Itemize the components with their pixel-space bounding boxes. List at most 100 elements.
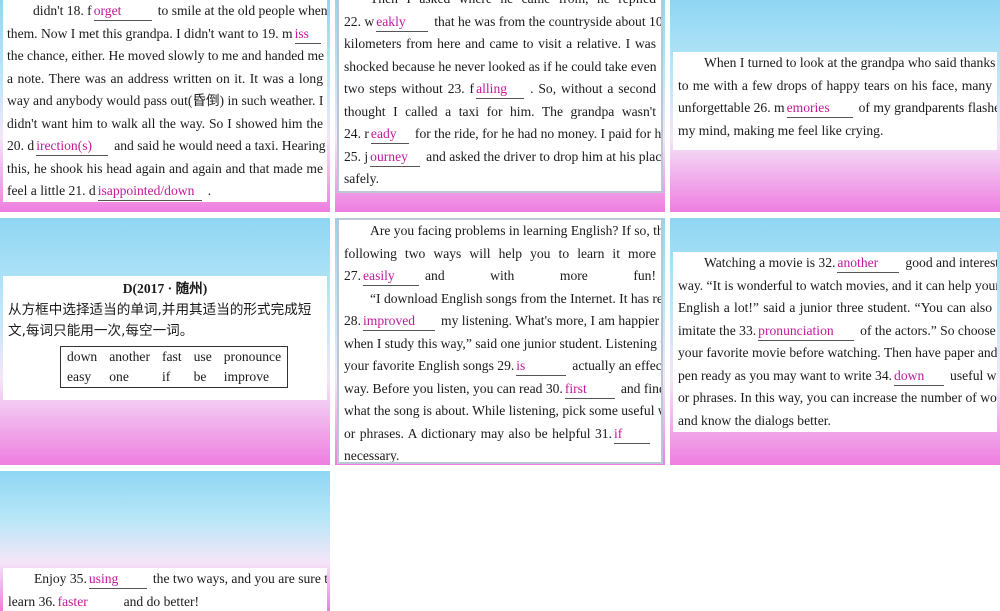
instruction-line-2: 文,每词只能用一次,每空一词。 bbox=[8, 321, 322, 342]
text-line: way. Before you listen, you can read 30.… bbox=[344, 378, 656, 401]
text-line: 25. journeyand asked the driver to drop … bbox=[344, 146, 656, 169]
answer-blank: using bbox=[89, 570, 147, 589]
word-bank-word: another bbox=[103, 347, 156, 368]
slide-6: Watching a movie is 32.anothergood and i… bbox=[670, 218, 1000, 465]
line-text: and asked the driver to drop him at his … bbox=[426, 149, 663, 164]
text-line: what the song is about. While listening,… bbox=[344, 400, 656, 423]
line-text: 28. bbox=[344, 313, 361, 328]
passage-lines: Are you facing problems in learning Engl… bbox=[344, 220, 656, 464]
text-line: Then I asked where he came from, he repl… bbox=[344, 0, 656, 11]
line-text: Watching a movie is 32. bbox=[704, 255, 835, 270]
text-line: following two ways will help you to lear… bbox=[344, 243, 656, 266]
text-line: 24. readyfor the ride, for he had no mon… bbox=[344, 123, 656, 146]
line-text: and know the dialogs better. bbox=[678, 413, 831, 428]
passage-card-7: Enjoy 35.using the two ways, and you are … bbox=[3, 568, 327, 611]
answer-blank: alling bbox=[476, 80, 524, 99]
answer-blank: orget bbox=[94, 2, 152, 21]
answer-blank: faster bbox=[58, 593, 118, 611]
word-bank-row: easyoneifbeimprove bbox=[61, 367, 288, 388]
text-line: way. “It is wonderful to watch movies, a… bbox=[678, 275, 992, 298]
answer-blank: iss bbox=[295, 25, 321, 44]
line-text: or phrases. A dictionary may also be hel… bbox=[344, 426, 612, 441]
line-text: way. Before you listen, you can read 30. bbox=[344, 381, 563, 396]
text-line: thought I called a taxi for him. The gra… bbox=[344, 101, 656, 124]
slide-1: didn't 18. forgetto smile at the old peo… bbox=[0, 0, 330, 212]
text-line: Enjoy 35.usingthe two ways, and you are … bbox=[8, 568, 322, 591]
line-text: good and interesting bbox=[905, 255, 997, 270]
text-line: safely. bbox=[344, 168, 656, 191]
word-bank-word: use bbox=[188, 347, 218, 368]
line-text: . bbox=[208, 183, 211, 198]
text-line: “I download English songs from the Inter… bbox=[344, 288, 656, 311]
line-text: didn't want him to walk all the way. So … bbox=[7, 116, 323, 131]
slide-4: D(2017 · 随州) 从方框中选择适当的单词,并用其适当的形式完成短 文,每… bbox=[0, 218, 330, 465]
text-line: 20. direction(s)and said he would need a… bbox=[7, 135, 323, 158]
line-text: necessary. bbox=[344, 448, 399, 463]
passage-card-2: Then I asked where he came from, he repl… bbox=[337, 0, 663, 193]
answer-blank: isappointed/down bbox=[98, 182, 202, 201]
answer-blank: if bbox=[614, 425, 650, 444]
answer-blank: improved bbox=[363, 312, 435, 331]
text-line: didn't 18. forgetto smile at the old peo… bbox=[7, 0, 323, 23]
line-text: 27. bbox=[344, 268, 361, 283]
line-text: imitate the 33. bbox=[678, 323, 756, 338]
line-text: Are you facing problems in learning Engl… bbox=[370, 223, 663, 238]
line-text: 25. j bbox=[344, 149, 368, 164]
text-line: and know the dialogs better. bbox=[678, 410, 992, 433]
word-bank-word: if bbox=[156, 367, 188, 388]
line-text: learn 36. bbox=[8, 594, 56, 609]
word-bank-word: pronounce bbox=[218, 347, 288, 368]
word-bank-word: be bbox=[188, 367, 218, 388]
text-line: the chance, either. He moved slowly to m… bbox=[7, 45, 323, 68]
line-text: way and anybody would pass out(昏倒) in su… bbox=[7, 93, 323, 108]
line-text: 24. r bbox=[344, 126, 369, 141]
line-text: when I study this way,” said one junior … bbox=[344, 336, 663, 351]
line-text: pen ready as you may want to write 34. bbox=[678, 368, 892, 383]
slide-7: Enjoy 35.using the two ways, and you are … bbox=[0, 471, 330, 611]
word-bank-word: fast bbox=[156, 347, 188, 368]
line-text: that he was from the countryside about 1… bbox=[434, 14, 662, 29]
line-text: the chance, either. He moved slowly to m… bbox=[7, 48, 324, 63]
passage-card-1: didn't 18. forgetto smile at the old peo… bbox=[3, 0, 327, 202]
line-text: your favorite English songs 29. bbox=[344, 358, 514, 373]
line-text: feel a little 21. d bbox=[7, 183, 96, 198]
line-text: what the song is about. While listening,… bbox=[344, 403, 663, 418]
text-line: to me with a few drops of happy tears on… bbox=[678, 75, 992, 98]
line-text: Enjoy 35. bbox=[34, 571, 87, 586]
line-text: and find out bbox=[621, 381, 663, 396]
answer-blank: irection(s) bbox=[36, 137, 108, 156]
answer-blank: first bbox=[565, 380, 615, 399]
line-text: kilometers from here and came to visit a… bbox=[344, 36, 656, 51]
line-text: unforgettable 26. m bbox=[678, 100, 785, 115]
text-line: Watching a movie is 32.anothergood and i… bbox=[678, 252, 992, 275]
exercise-title: D(2017 · 随州) bbox=[8, 278, 322, 300]
passage-lines: Enjoy 35.usingthe two ways, and you are … bbox=[8, 568, 322, 611]
line-text: and do better! bbox=[124, 594, 200, 609]
line-text: following two ways will help you to lear… bbox=[344, 246, 656, 261]
line-text: and with more fun! bbox=[425, 268, 656, 283]
line-text: useful words bbox=[950, 368, 997, 383]
text-line: my mind, making me feel like crying. bbox=[678, 120, 992, 143]
passage-card-6: Watching a movie is 32.anothergood and i… bbox=[673, 252, 997, 432]
text-line: unforgettable 26. memoriesof my grandpar… bbox=[678, 97, 992, 120]
text-line: your favorite movie before watching. The… bbox=[678, 342, 992, 365]
line-text: thought I called a taxi for him. The gra… bbox=[344, 104, 656, 119]
line-text: “I download English songs from the Inter… bbox=[370, 291, 663, 306]
answer-blank: is bbox=[516, 357, 566, 376]
text-line: imitate the 33.pronunciationof the actor… bbox=[678, 320, 992, 343]
line-text: to me with a few drops of happy tears on… bbox=[678, 78, 992, 93]
line-text: and said he would need a taxi. Hearing bbox=[114, 138, 325, 153]
word-bank-word: down bbox=[61, 347, 104, 368]
line-text: shocked because he never looked as if he… bbox=[344, 59, 657, 74]
line-text: 22. w bbox=[344, 14, 374, 29]
line-text: the two ways, and you are sure to bbox=[153, 571, 327, 586]
passage-card-5: Are you facing problems in learning Engl… bbox=[337, 218, 663, 464]
word-bank: downanotherfastusepronounceeasyoneifbeim… bbox=[60, 346, 288, 388]
text-line: When I turned to look at the grandpa who… bbox=[678, 52, 992, 75]
text-line: kilometers from here and came to visit a… bbox=[344, 33, 656, 56]
answer-blank: eakly bbox=[376, 13, 428, 32]
answer-blank: emories bbox=[787, 99, 853, 118]
word-bank-word: improve bbox=[218, 367, 288, 388]
passage-lines: didn't 18. forgetto smile at the old peo… bbox=[7, 0, 323, 202]
text-line: a note. There was an address written on … bbox=[7, 68, 323, 91]
